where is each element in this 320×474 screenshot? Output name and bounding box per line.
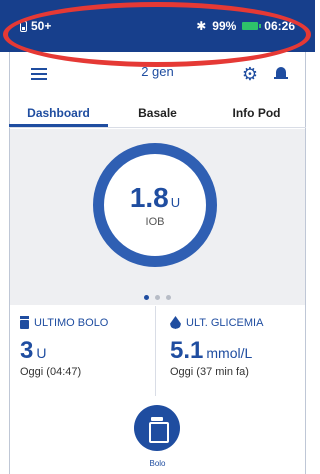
pod-icon [20,20,27,32]
bluetooth-icon: ✱ [196,19,207,33]
battery-icon [242,22,262,30]
last-bolus-card: ULTIMO BOLO 3 U Oggi (04:47) [10,306,156,396]
last-glucose-value-wrap: 5.1 mmol/L [170,337,305,365]
last-glucose-unit: mmol/L [206,345,253,361]
last-glucose-time: Oggi (37 min fa) [170,366,249,378]
last-bolus-time: Oggi (04:47) [20,366,82,378]
last-glucose-title: ULT. GLICEMIA [170,316,305,329]
tab-bar: Dashboard Basale Info Pod [9,100,306,128]
vial-icon [149,417,169,443]
tab-info-pod[interactable]: Info Pod [207,100,306,127]
summary-cards: ULTIMO BOLO 3 U Oggi (04:47) ULT. GLICEM… [10,306,305,396]
last-bolus-value: 3 [20,337,34,364]
page-indicator [10,295,305,300]
system-status: ✱ 99% 06:26 [196,19,295,33]
bell-icon[interactable] [274,66,288,82]
last-bolus-title: ULTIMO BOLO [20,316,155,329]
bolus-button[interactable] [134,405,180,451]
iob-gauge: 1.8 U IOB [93,143,217,267]
last-bolus-unit: U [36,345,47,361]
iob-value-wrap: 1.8 U [130,182,180,214]
iob-unit: U [170,195,181,210]
last-glucose-card: ULT. GLICEMIA 5.1 mmol/L Oggi (37 min fa… [156,306,305,396]
last-bolus-title-text: ULTIMO BOLO [34,316,109,329]
page-dot [166,295,171,300]
page-dot [144,295,149,300]
battery-percent: 99% [212,19,237,33]
pod-status: 50+ [20,19,51,33]
page-dot [155,295,160,300]
pod-status-text: 50+ [31,19,52,33]
top-bar: 2 gen ⚙ [9,52,306,96]
last-glucose-title-text: ULT. GLICEMIA [186,316,264,329]
status-bar: 50+ ✱ 99% 06:26 [0,0,315,52]
iob-label: IOB [145,216,165,228]
last-glucose-value: 5.1 [170,337,204,364]
tab-basale[interactable]: Basale [108,100,207,127]
clock: 06:26 [264,19,295,33]
last-bolus-value-wrap: 3 U [20,337,155,365]
device-name: 2 gen [141,64,174,79]
tab-dashboard[interactable]: Dashboard [9,100,108,127]
blood-drop-icon [170,316,181,329]
vial-icon [20,316,29,329]
iob-value: 1.8 [129,182,169,213]
dashboard-panel[interactable]: 1.8 U IOB [10,129,305,305]
bolus-button-label[interactable]: Bolo [0,459,315,468]
